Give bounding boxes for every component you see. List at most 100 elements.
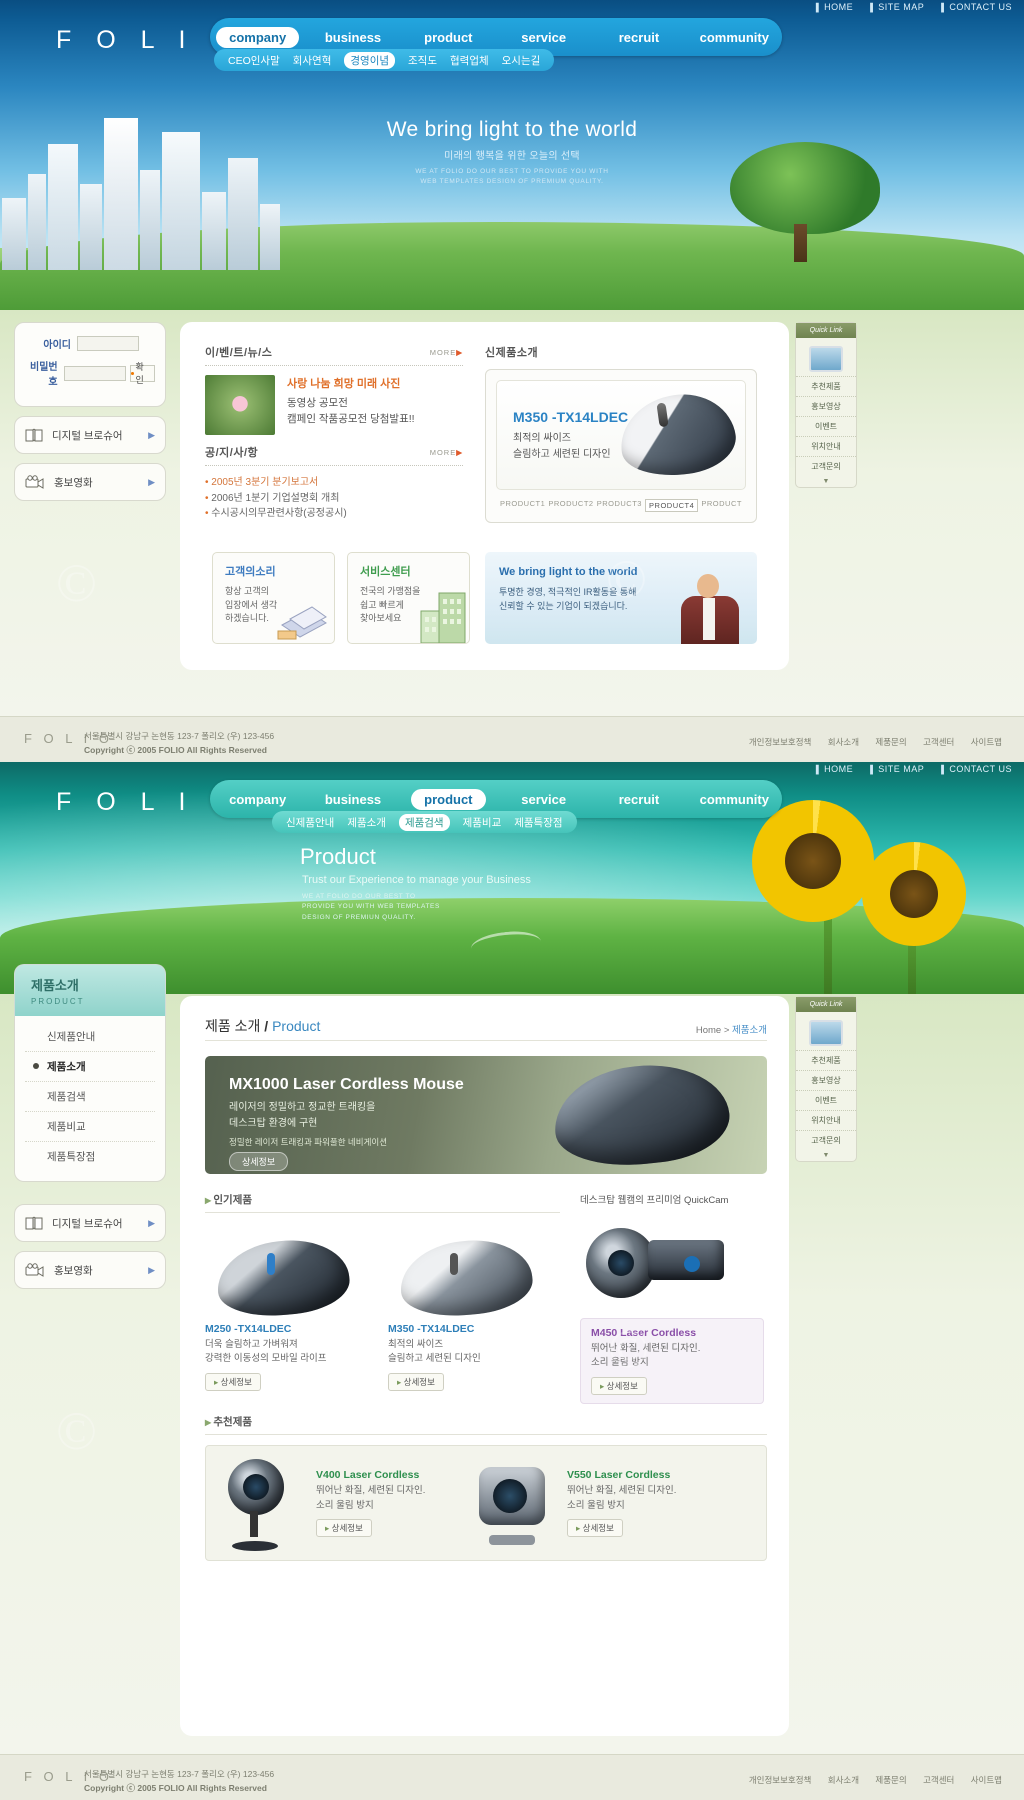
footer-link-0[interactable]: 개인정보보호정책 — [749, 737, 812, 747]
nav-item-recruit[interactable]: recruit — [591, 30, 686, 45]
sidebar-item-product-search[interactable]: 제품검색 — [25, 1082, 155, 1112]
detail-button[interactable]: 상세정보 — [388, 1372, 444, 1391]
nav-item-company[interactable]: company — [210, 792, 305, 807]
subnav-item-history[interactable]: 회사연혁 — [293, 53, 332, 68]
events-more-link[interactable]: MORE▶ — [430, 348, 463, 357]
product-card[interactable]: M350 -TX14LDEC 최적의 싸이즈 슬림하고 세련된 디자인 상세정보 — [388, 1227, 553, 1391]
subnav-item-search[interactable]: 제품검색 — [398, 813, 450, 831]
top-link-contact[interactable]: CONTACT US — [941, 764, 1012, 774]
detail-button[interactable]: 상세정보 — [316, 1518, 372, 1537]
top-link-sitemap[interactable]: SITE MAP — [870, 764, 924, 774]
footer-link-3[interactable]: 고객센터 — [923, 1775, 954, 1785]
sidebar-item-brochure[interactable]: 디지털 브로슈어 ▶ — [14, 416, 166, 454]
sub-nav[interactable]: 신제품안내 제품소개 제품검색 제품비교 제품특장점 — [272, 811, 577, 833]
subnav-item-intro[interactable]: 제품소개 — [347, 815, 386, 830]
sub-nav[interactable]: CEO인사말 회사연혁 경영이념 조직도 협력업체 오시는길 — [214, 49, 555, 71]
quickcam-card[interactable]: M450 Laser Cordless 뛰어난 화질, 세련된 디자인. 소리 … — [580, 1318, 764, 1404]
subnav-item-features[interactable]: 제품특장점 — [514, 815, 562, 830]
quick-link-item-2[interactable]: 이벤트 — [796, 1090, 856, 1110]
subnav-item-org[interactable]: 조직도 — [408, 53, 437, 68]
product-card[interactable]: V400 Laser Cordless 뛰어난 화질, 세련된 디자인. 소리 … — [316, 1469, 461, 1537]
quick-link-more-icon[interactable]: ▼ — [796, 476, 856, 487]
nav-item-product[interactable]: product — [401, 788, 496, 810]
login-id-input[interactable] — [77, 336, 139, 351]
subnav-item-new[interactable]: 신제품안내 — [286, 815, 334, 830]
product-content-band: 제품소개 PRODUCT 신제품안내 제품소개 제품검색 제품비교 제품특장점 … — [0, 964, 1024, 1754]
footer-link-3[interactable]: 고객센터 — [923, 737, 954, 747]
footer-link-2[interactable]: 제품문의 — [875, 737, 906, 747]
footer-link-1[interactable]: 회사소개 — [828, 737, 859, 747]
top-link-home[interactable]: HOME — [816, 2, 853, 12]
subnav-item-ceo[interactable]: CEO인사말 — [228, 53, 280, 68]
blue-banner[interactable]: We bring light to the world 투명한 경영, 적극적인… — [485, 552, 757, 644]
nav-item-community[interactable]: community — [687, 30, 782, 45]
quick-link-item-4[interactable]: 고객문의 — [796, 1130, 856, 1150]
quick-link-more-icon[interactable]: ▼ — [796, 1150, 856, 1161]
nav-item-service[interactable]: service — [496, 30, 591, 45]
tab-product3[interactable]: PRODUCT3 — [597, 499, 642, 512]
tab-product4[interactable]: PRODUCT4 — [645, 499, 699, 512]
top-utility-links[interactable]: HOME SITE MAP CONTACT US — [802, 764, 1012, 774]
top-utility-links[interactable]: HOME SITE MAP CONTACT US — [802, 2, 1012, 12]
footer-links[interactable]: 개인정보보호정책 회사소개 제품문의 고객센터 사이트맵 — [735, 736, 1002, 748]
footer-link-4[interactable]: 사이트맵 — [971, 737, 1002, 747]
nav-item-community[interactable]: community — [687, 792, 782, 807]
login-submit-button[interactable]: 확 인 — [129, 362, 155, 385]
quick-link-item-1[interactable]: 홍보영상 — [796, 1070, 856, 1090]
quick-link-item-1[interactable]: 홍보영상 — [796, 396, 856, 416]
service-center-box[interactable]: 서비스센터 전국의 가맹점을 쉽고 빠르게 찾아보세요 — [347, 552, 470, 644]
footer-link-1[interactable]: 회사소개 — [828, 1775, 859, 1785]
footer-links[interactable]: 개인정보보호정책 회사소개 제품문의 고객센터 사이트맵 — [735, 1774, 1002, 1786]
sidebar-item-product-compare[interactable]: 제품비교 — [25, 1112, 155, 1142]
footer-link-4[interactable]: 사이트맵 — [971, 1775, 1002, 1785]
nav-item-product[interactable]: product — [401, 30, 496, 45]
quick-link-item-0[interactable]: 추천제품 — [796, 1050, 856, 1070]
sidebar-item-brochure[interactable]: 디지털 브로슈어 ▶ — [14, 1204, 166, 1242]
notice-more-link[interactable]: MORE▶ — [430, 448, 463, 457]
subnav-item-directions[interactable]: 오시는길 — [502, 53, 541, 68]
product-sidebar-nav[interactable]: 신제품안내 제품소개 제품검색 제품비교 제품특장점 — [14, 1016, 166, 1182]
nav-item-service[interactable]: service — [496, 792, 591, 807]
nav-item-recruit[interactable]: recruit — [591, 792, 686, 807]
quick-link-item-3[interactable]: 위치안내 — [796, 1110, 856, 1130]
nav-item-business[interactable]: business — [305, 792, 400, 807]
top-link-contact[interactable]: CONTACT US — [941, 2, 1012, 12]
detail-button[interactable]: 상세정보 — [205, 1372, 261, 1391]
quick-link-item-2[interactable]: 이벤트 — [796, 416, 856, 436]
product-tabs[interactable]: PRODUCT1 PRODUCT2 PRODUCT3 PRODUCT4 PROD… — [496, 499, 746, 512]
footer-link-0[interactable]: 개인정보보호정책 — [749, 1775, 812, 1785]
quick-link-item-4[interactable]: 고객문의 — [796, 456, 856, 476]
product-card[interactable]: M250 -TX14LDEC 더욱 슬림하고 가벼워져 강력한 이동성의 모바일… — [205, 1227, 370, 1391]
nav-item-company[interactable]: company — [210, 26, 305, 48]
subnav-item-philosophy[interactable]: 경영이념 — [344, 51, 396, 69]
sidebar-item-new-products[interactable]: 신제품안내 — [25, 1022, 155, 1052]
tab-product5[interactable]: PRODUCT — [701, 499, 742, 512]
promo-banner[interactable]: MX1000 Laser Cordless Mouse 레이저의 정밀하고 정교… — [205, 1056, 767, 1174]
nav-item-business[interactable]: business — [305, 30, 400, 45]
quick-link-item-0[interactable]: 추천제품 — [796, 376, 856, 396]
sidebar-item-promo-video[interactable]: 홍보영화 ▶ — [14, 463, 166, 501]
subnav-item-compare[interactable]: 제품비교 — [463, 815, 502, 830]
quick-link-item-3[interactable]: 위치안내 — [796, 436, 856, 456]
list-item[interactable]: 2006년 1분기 기업설명회 개최 — [205, 491, 463, 507]
footer-link-2[interactable]: 제품문의 — [875, 1775, 906, 1785]
detail-button[interactable]: 상세정보 — [591, 1376, 647, 1395]
sidebar-item-product-intro[interactable]: 제품소개 — [25, 1052, 155, 1082]
product-card[interactable]: V550 Laser Cordless 뛰어난 화질, 세련된 디자인. 소리 … — [567, 1469, 712, 1537]
tab-product2[interactable]: PRODUCT2 — [548, 499, 593, 512]
customer-voice-box[interactable]: 고객의소리 항상 고객의 입장에서 생각 하겠습니다. — [212, 552, 335, 644]
recommended-products-title: 추천제품 — [205, 1414, 767, 1429]
subnav-item-partners[interactable]: 협력업체 — [450, 53, 489, 68]
list-item[interactable]: 2005년 3분기 분기보고서 — [205, 475, 463, 491]
detail-button[interactable]: 상세정보 — [567, 1518, 623, 1537]
login-pw-input[interactable] — [63, 365, 126, 381]
promo-detail-button[interactable]: 상세정보 — [229, 1152, 289, 1171]
list-item[interactable]: 수시공시의무관련사항(공정공시) — [205, 506, 463, 522]
event-headline[interactable]: 사랑 나눔 희망 미래 사진 — [287, 375, 415, 391]
top-link-sitemap[interactable]: SITE MAP — [870, 2, 924, 12]
sidebar-item-product-features[interactable]: 제품특장점 — [25, 1142, 155, 1171]
tab-product1[interactable]: PRODUCT1 — [500, 499, 545, 512]
top-link-home[interactable]: HOME — [816, 764, 853, 774]
sidebar-item-promo-video[interactable]: 홍보영화 ▶ — [14, 1251, 166, 1289]
left-sidebar-product: 제품소개 PRODUCT 신제품안내 제품소개 제품검색 제품비교 제품특장점 … — [14, 964, 166, 1289]
